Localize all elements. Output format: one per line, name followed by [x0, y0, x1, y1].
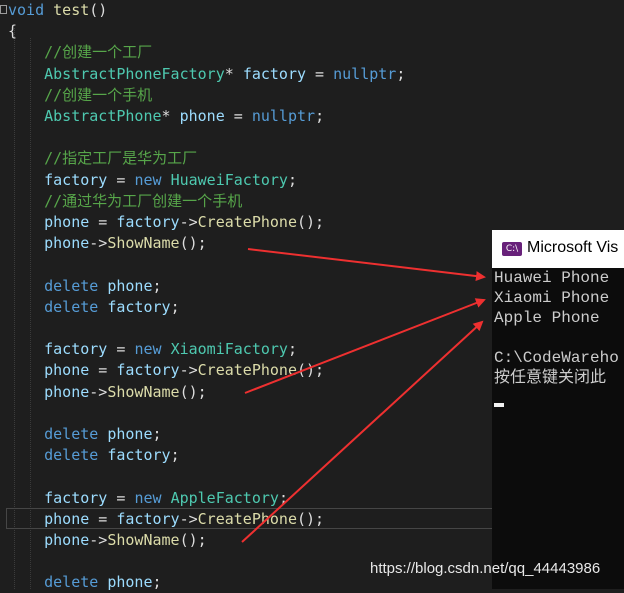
arrow-apple [241, 320, 484, 543]
annotation-arrows [241, 248, 486, 543]
arrow-huawei [247, 248, 486, 282]
watermark: https://blog.csdn.net/qq_44443986 [370, 560, 601, 577]
arrow-xiaomi [244, 298, 486, 394]
